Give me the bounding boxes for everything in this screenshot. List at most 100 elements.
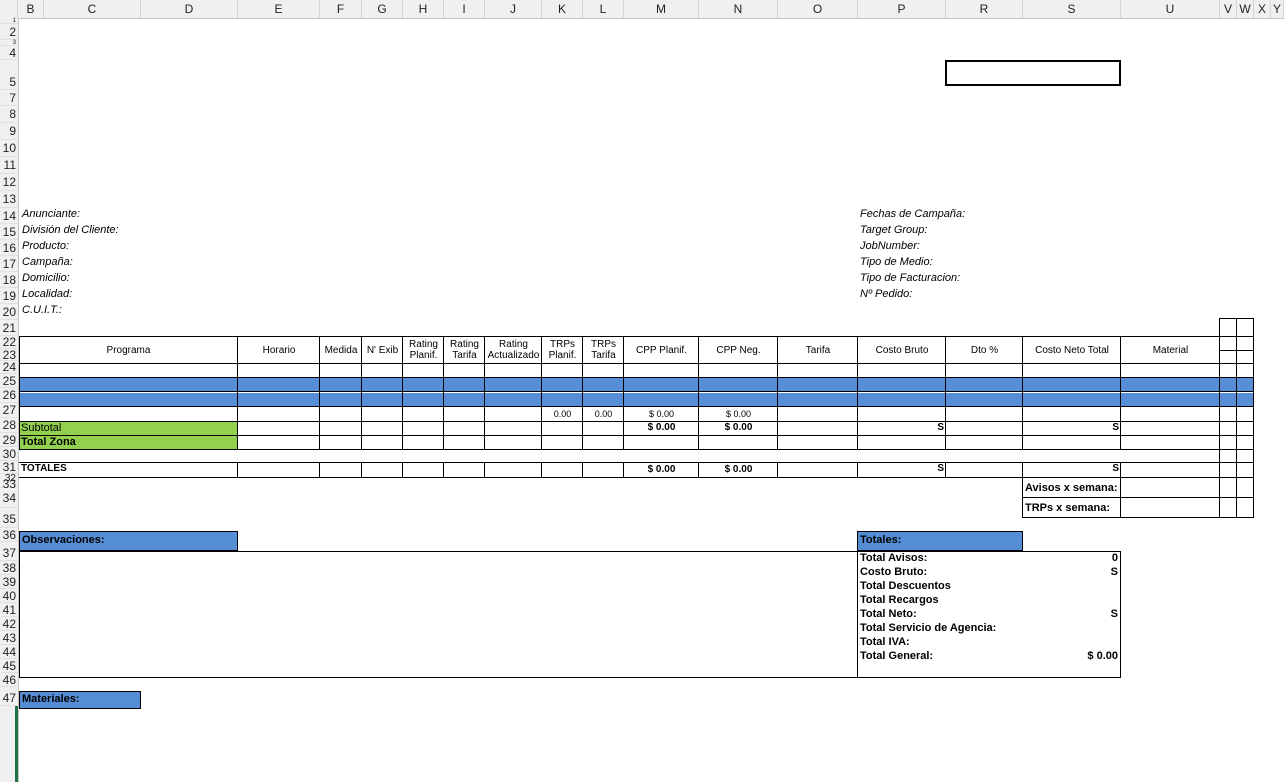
row-header[interactable]: 20 <box>0 304 18 320</box>
col-header-H[interactable]: H <box>403 0 444 18</box>
row-header[interactable]: 35 <box>0 508 18 528</box>
col-header-K[interactable]: K <box>542 0 583 18</box>
col-header-V[interactable]: V <box>1220 0 1237 18</box>
total-zona-label: Total Zona <box>21 436 76 448</box>
subtotal-cpp-planif: $ 0.00 <box>647 422 676 433</box>
row-header[interactable]: 36 <box>0 528 18 542</box>
row-header[interactable]: 43 <box>0 631 18 645</box>
row27-trps-tarifa: 0.00 <box>594 409 613 419</box>
observaciones-label: Observaciones: <box>22 534 105 546</box>
row-header[interactable]: 19 <box>0 288 18 304</box>
totales-label: TOTALES <box>21 463 67 474</box>
col-header-X[interactable]: X <box>1254 0 1271 18</box>
th-horario: Horario <box>262 344 296 356</box>
col-header-C[interactable]: C <box>44 0 141 18</box>
totales-box-title: Totales: <box>860 534 902 546</box>
row-header[interactable]: 16 <box>0 240 18 256</box>
col-header-B[interactable]: B <box>18 0 44 18</box>
row-header[interactable]: 25 <box>0 374 18 388</box>
row-header[interactable]: 5 <box>0 60 18 90</box>
avisos-semana-label: Avisos x semana: <box>1025 482 1118 494</box>
row-header[interactable]: 47 <box>0 687 18 706</box>
row-header[interactable]: 37 <box>0 542 18 561</box>
total-avisos-value: 0 <box>1111 552 1118 564</box>
th-tarifa: Tarifa <box>805 344 831 356</box>
row-header[interactable]: 34 <box>0 488 18 508</box>
row-header[interactable]: 33 <box>0 462 18 491</box>
label-division: División del Cliente: <box>22 224 119 236</box>
row-header[interactable]: 29 <box>0 433 18 447</box>
row-header[interactable]: 46 <box>0 673 18 687</box>
row-header[interactable]: 21 <box>0 320 18 336</box>
row-header[interactable]: 41 <box>0 603 18 617</box>
th-rating-actualizado: Rating Actualizado <box>487 339 540 361</box>
row-header[interactable]: 44 <box>0 645 18 659</box>
col-header-L[interactable]: L <box>583 0 624 18</box>
row-header[interactable]: 15 <box>0 224 18 240</box>
col-header-R[interactable]: R <box>946 0 1023 18</box>
header-box[interactable] <box>945 60 1121 86</box>
total-avisos-label: Total Avisos: <box>860 552 928 564</box>
observaciones-box[interactable] <box>19 551 858 678</box>
row-header[interactable]: 30 <box>0 447 18 461</box>
totales-costo-bruto: S <box>937 463 944 474</box>
row-header[interactable]: 38 <box>0 561 18 575</box>
col-header-D[interactable]: D <box>141 0 238 18</box>
col-header-W[interactable]: W <box>1237 0 1254 18</box>
row-header[interactable]: 11 <box>0 157 18 174</box>
th-rating-planif: Rating Planif. <box>409 339 438 361</box>
col-header-N[interactable]: N <box>699 0 778 18</box>
col-header-J[interactable]: J <box>485 0 542 18</box>
corner-select-all[interactable] <box>0 0 18 18</box>
col-header-Y[interactable]: Y <box>1271 0 1284 18</box>
label-cuit: C.U.I.T.: <box>22 304 62 316</box>
total-servicio-label: Total Servicio de Agencia: <box>860 622 997 634</box>
row-header[interactable]: 8 <box>0 106 18 123</box>
col-header-U[interactable]: U <box>1121 0 1220 18</box>
totales-cpp-neg: $ 0.00 <box>724 464 753 475</box>
blue-row-26[interactable] <box>19 393 1254 407</box>
row-header[interactable]: 10 <box>0 140 18 157</box>
subtotal-cpp-neg: $ 0.00 <box>724 422 753 433</box>
label-anunciante: Anunciante: <box>22 208 81 220</box>
th-exib: N' Exib <box>366 344 399 356</box>
trps-semana-label: TRPs x semana: <box>1025 502 1110 514</box>
column-headers: B C D E F G H I J K L M N O P R S U V W … <box>0 0 1284 19</box>
col-header-E[interactable]: E <box>238 0 320 18</box>
row-header[interactable]: 39 <box>0 575 18 589</box>
totales-costo-neto: S <box>1112 463 1119 474</box>
col-header-G[interactable]: G <box>362 0 403 18</box>
row-header[interactable]: 13 <box>0 191 18 208</box>
row-header[interactable]: 27 <box>0 403 18 418</box>
th-cpp-planif: CPP Planif. <box>636 344 687 356</box>
row-header[interactable]: 4 <box>0 46 18 60</box>
col-header-F[interactable]: F <box>320 0 362 18</box>
label-fechas: Fechas de Campaña: <box>860 208 966 220</box>
col-header-I[interactable]: I <box>444 0 485 18</box>
row-header[interactable]: 12 <box>0 174 18 191</box>
row-header[interactable]: 26 <box>0 388 18 403</box>
row-header[interactable]: 42 <box>0 617 18 631</box>
row-header[interactable]: 14 <box>0 208 18 224</box>
row-header[interactable]: 9 <box>0 123 18 140</box>
row27-trps-planif: 0.00 <box>553 409 572 419</box>
blue-row-25[interactable] <box>19 378 1254 392</box>
row-header[interactable]: 40 <box>0 589 18 603</box>
subtotal-costo-bruto: S <box>937 422 944 433</box>
row-header[interactable]: 28 <box>0 418 18 433</box>
col-header-S[interactable]: S <box>1023 0 1121 18</box>
row-header[interactable]: 24 <box>0 361 18 374</box>
col-header-P[interactable]: P <box>858 0 946 18</box>
row27-cpp-neg: $ 0.00 <box>725 409 752 419</box>
row-header[interactable]: 18 <box>0 272 18 288</box>
row-header[interactable]: 17 <box>0 256 18 272</box>
col-header-O[interactable]: O <box>778 0 858 18</box>
th-costo-neto: Costo Neto Total <box>1035 344 1109 356</box>
row-header[interactable]: 2 <box>0 24 18 40</box>
col-header-M[interactable]: M <box>624 0 699 18</box>
row27-cpp-planif: $ 0.00 <box>648 409 675 419</box>
total-iva-label: Total IVA: <box>860 636 910 648</box>
total-neto-value: S <box>1110 608 1118 620</box>
row-header[interactable]: 7 <box>0 90 18 106</box>
row-header[interactable]: 45 <box>0 659 18 673</box>
